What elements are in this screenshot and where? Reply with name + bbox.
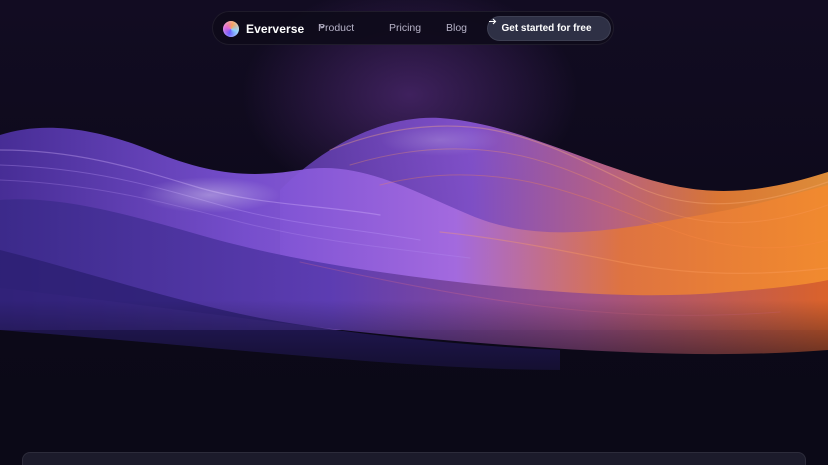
get-started-button[interactable]: Get started for free (487, 16, 611, 41)
eververse-logo-icon (223, 21, 239, 37)
brand-link[interactable]: Eververse (223, 18, 304, 40)
top-navbar: Eververse Product Pricing Blog Get start… (212, 11, 614, 45)
brand-name: Eververse (246, 22, 305, 36)
nav-item-pricing[interactable]: Pricing (389, 22, 421, 34)
nav-item-product[interactable]: Product (318, 22, 357, 34)
content-panel (22, 452, 806, 465)
get-started-label: Get started for free (501, 23, 592, 34)
nav-item-label: Pricing (389, 22, 422, 34)
nav-item-blog[interactable]: Blog (446, 22, 467, 34)
nav-item-label: Blog (446, 22, 468, 34)
wave-artwork (0, 117, 828, 465)
hero-section: Eververse Product Pricing Blog Get start… (0, 0, 828, 465)
